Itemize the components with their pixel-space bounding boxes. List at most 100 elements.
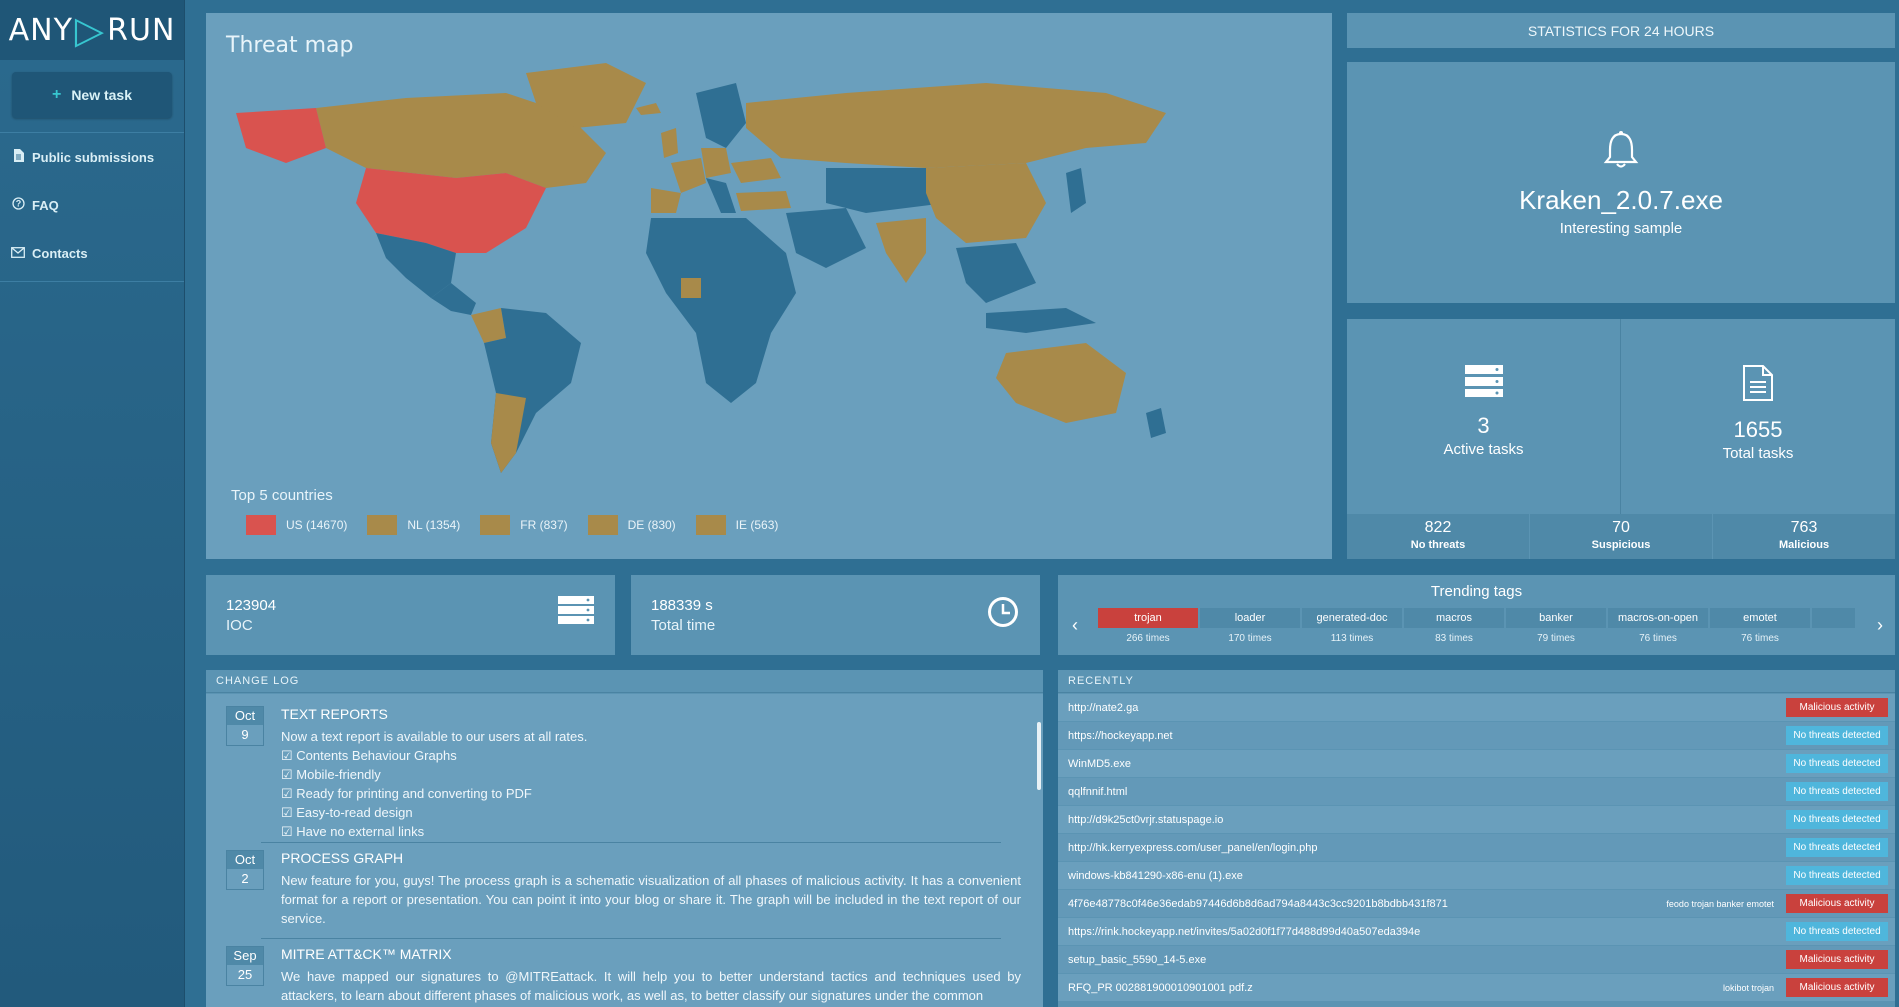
table-row[interactable]: http://hk.kerryexpress.com/user_panel/en… <box>1058 834 1895 862</box>
tag-emotet[interactable]: emotet 76 times <box>1710 608 1810 650</box>
scrollbar-thumb[interactable] <box>1037 722 1041 790</box>
legend-item-de: DE (830) <box>587 515 676 535</box>
tag-times: 74 <box>1812 633 1855 644</box>
task-name-link[interactable]: http://d9k25ct0vrjr.statuspage.io <box>1068 814 1774 826</box>
sidebar-item-contacts[interactable]: Contacts <box>0 229 184 277</box>
legend-item-ie: IE (563) <box>695 515 779 535</box>
tag-times: 83 times <box>1435 633 1473 644</box>
total-tasks: 1655 Total tasks <box>1621 319 1895 514</box>
changelog-line: We have mapped our signatures to @MITREa… <box>281 969 1021 1003</box>
world-map[interactable] <box>226 53 1316 483</box>
table-row[interactable]: setup_basic_5590_14-5.exe Malicious acti… <box>1058 946 1895 974</box>
map-region-indonesia <box>986 308 1096 333</box>
tag-trojan[interactable]: trojan 266 times <box>1098 608 1198 650</box>
status-badge: Malicious activity <box>1786 978 1888 997</box>
recent-header: RECENTLY <box>1058 670 1895 693</box>
tag-name: op <box>1812 608 1855 628</box>
trending-title: Trending tags <box>1430 583 1523 600</box>
active-tasks: 3 Active tasks <box>1347 319 1621 514</box>
table-row[interactable]: https://hockeyapp.net No threats detecte… <box>1058 722 1895 750</box>
verdict-breakdown: 822 No threats 70 Suspicious 763 Malicio… <box>1347 514 1895 559</box>
table-row[interactable]: 4f76e48778c0f46e36edab97446d6b8d6ad794a8… <box>1058 890 1895 918</box>
tag-loader[interactable]: loader 170 times <box>1200 608 1300 650</box>
total-time-label: Total time <box>651 617 716 634</box>
tag-times: 76 times <box>1639 633 1677 644</box>
task-name-link[interactable]: qqlfnnif.html <box>1068 786 1774 798</box>
table-row[interactable]: qqlfnnif.html No threats detected <box>1058 778 1895 806</box>
malicious-stat: 763 Malicious <box>1713 514 1895 559</box>
task-name-link[interactable]: https://hockeyapp.net <box>1068 730 1774 742</box>
tag-generated-doc[interactable]: generated-doc 113 times <box>1302 608 1402 650</box>
no-threats-label: No threats <box>1410 539 1466 551</box>
chevron-right-icon[interactable]: › <box>1877 615 1883 636</box>
interesting-sample-panel[interactable]: Kraken_2.0.7.exe Interesting sample <box>1347 62 1895 303</box>
divider <box>0 281 184 282</box>
sidebar-item-label: FAQ <box>32 197 59 213</box>
plus-icon: + <box>51 86 62 103</box>
tag-macros-on-open[interactable]: macros-on-open 76 times <box>1608 608 1708 650</box>
sample-label: Interesting sample <box>1559 220 1683 237</box>
task-name-link[interactable]: setup_basic_5590_14-5.exe <box>1068 954 1774 966</box>
logo-text-left: ANY <box>8 12 73 48</box>
date-month: Oct <box>227 707 263 725</box>
table-row[interactable]: WinMD5.exe No threats detected <box>1058 750 1895 778</box>
task-name-link[interactable]: 4f76e48778c0f46e36edab97446d6b8d6ad794a8… <box>1068 898 1666 910</box>
map-country-india <box>876 218 926 283</box>
map-region-middle-east <box>786 208 866 268</box>
tag-times: 170 times <box>1228 633 1272 644</box>
changelog-line: Now a text report is available to our us… <box>281 729 588 744</box>
legend-title: Top 5 countries <box>231 487 333 504</box>
logo[interactable]: ANY ▷ RUN <box>0 0 184 60</box>
map-country-japan <box>1066 168 1086 213</box>
trending-tags-panel: Trending tags ‹ trojan 266 times loader … <box>1058 575 1895 655</box>
task-name-link[interactable]: http://hk.kerryexpress.com/user_panel/en… <box>1068 842 1774 854</box>
tag-banker[interactable]: banker 79 times <box>1506 608 1606 650</box>
table-row[interactable]: RFQ_PR 002881900010901001 pdf.z lokibot … <box>1058 974 1895 1002</box>
tag-name: macros-on-open <box>1608 608 1708 628</box>
changelog-title: PROCESS GRAPH <box>281 850 404 866</box>
status-badge: No threats detected <box>1786 754 1888 773</box>
table-row[interactable]: http://nate2.ga Malicious activity <box>1058 694 1895 722</box>
sample-name: Kraken_2.0.7.exe <box>1519 185 1723 215</box>
date-day: 2 <box>241 871 249 886</box>
task-name-link[interactable]: windows-kb841290-x86-enu (1).exe <box>1068 870 1774 882</box>
server-icon <box>557 595 595 630</box>
task-name-link[interactable]: RFQ_PR 002881900010901001 pdf.z <box>1068 982 1723 994</box>
new-task-label: New task <box>71 87 133 103</box>
table-row[interactable]: http://d9k25ct0vrjr.statuspage.io No thr… <box>1058 806 1895 834</box>
map-country-australia <box>996 343 1126 423</box>
malicious-label: Malicious <box>1778 539 1830 551</box>
map-region-southeast-asia <box>956 243 1036 303</box>
changelog-line: ☑ Ready for printing and converting to P… <box>281 786 532 801</box>
sidebar: ANY ▷ RUN + New task Public submissions … <box>0 0 185 1007</box>
no-threats-count: 822 <box>1424 519 1452 536</box>
task-name-link[interactable]: WinMD5.exe <box>1068 758 1774 770</box>
new-task-button[interactable]: + New task <box>12 72 172 118</box>
date-badge: Oct 2 <box>226 850 264 890</box>
tag-times: 79 times <box>1537 633 1575 644</box>
tag-op[interactable]: op 74 <box>1812 608 1855 650</box>
recent-list: http://nate2.ga Malicious activity https… <box>1058 694 1895 1002</box>
clock-icon <box>986 595 1020 634</box>
sidebar-item-faq[interactable]: ? FAQ <box>0 181 184 229</box>
task-name-link[interactable]: https://rink.hockeyapp.net/invites/5a02d… <box>1068 926 1774 938</box>
legend-swatch <box>695 515 726 535</box>
sidebar-item-public-submissions[interactable]: Public submissions <box>0 133 184 181</box>
table-row[interactable]: windows-kb841290-x86-enu (1).exe No thre… <box>1058 862 1895 890</box>
changelog-line: ☑ Have no external links <box>281 824 425 839</box>
changelog-list[interactable]: Oct 9 TEXT REPORTS Now a text report is … <box>206 694 1043 1007</box>
task-name-link[interactable]: http://nate2.ga <box>1068 702 1774 714</box>
map-country-spain <box>651 188 681 213</box>
document-icon <box>10 149 26 165</box>
ioc-label: IOC <box>226 617 253 634</box>
total-tasks-count: 1655 <box>1733 417 1783 442</box>
suspicious-label: Suspicious <box>1591 539 1651 551</box>
map-country-nigeria <box>681 278 701 298</box>
tag-name: banker <box>1506 608 1606 628</box>
map-country-turkey <box>736 191 791 211</box>
table-row[interactable]: https://rink.hockeyapp.net/invites/5a02d… <box>1058 918 1895 946</box>
tag-macros[interactable]: macros 83 times <box>1404 608 1504 650</box>
legend-label: IE (563) <box>735 518 779 532</box>
chevron-left-icon[interactable]: ‹ <box>1072 615 1078 636</box>
svg-text:?: ? <box>15 199 21 209</box>
